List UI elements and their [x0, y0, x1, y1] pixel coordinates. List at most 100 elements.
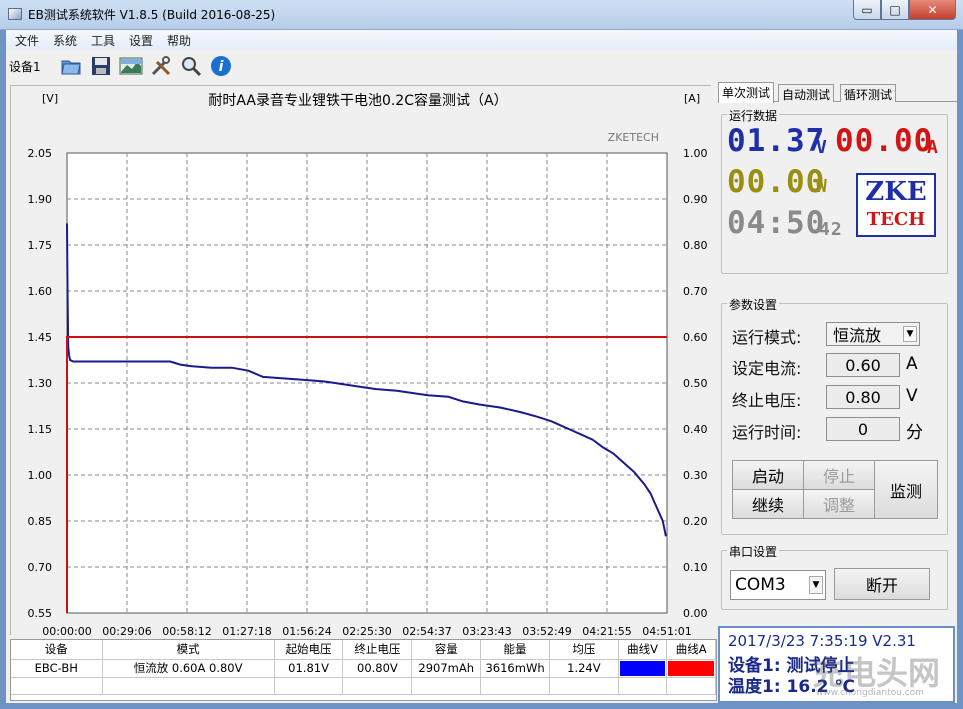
x-tick-label: 03:52:49: [522, 625, 571, 636]
menu-tools[interactable]: 工具: [91, 32, 115, 49]
save-icon[interactable]: [88, 53, 114, 79]
com-port-select[interactable]: COM3 ▼: [730, 570, 826, 600]
y-left-tick-label: 0.70: [28, 561, 53, 574]
continue-button[interactable]: 继续: [732, 489, 804, 519]
adjust-button[interactable]: 调整: [803, 489, 875, 519]
y-left-tick-label: 1.90: [28, 193, 53, 206]
y-left-tick-label: 0.85: [28, 515, 53, 528]
table-header-row: 设备 模式 起始电压 终止电压 容量 能量 均压 曲线V 曲线A: [11, 640, 716, 660]
col-header: 终止电压: [342, 640, 413, 660]
mode-select[interactable]: 恒流放 ▼: [826, 322, 920, 346]
elapsed-time-readout: 04:50: [727, 205, 826, 241]
chart-title: 耐时AA录音专业锂铁干电池0.2C容量测试（A）: [208, 92, 507, 109]
run-time-input[interactable]: 0: [826, 417, 900, 441]
tools-icon[interactable]: [148, 53, 174, 79]
menu-system[interactable]: 系统: [53, 32, 77, 49]
col-header: 曲线A: [666, 640, 716, 660]
params-label: 参数设置: [727, 296, 780, 313]
y-right-tick-label: 0.00: [683, 607, 708, 620]
y-right-tick-label: 0.70: [683, 285, 708, 298]
cell-start-voltage: 01.81V: [274, 659, 344, 678]
minimize-button[interactable]: ▭: [853, 0, 881, 20]
chart-watermark: ZKETECH: [608, 131, 659, 144]
current-setting-label: 设定电流:: [732, 359, 802, 378]
col-header: 模式: [102, 640, 275, 660]
chevron-down-icon: ▼: [903, 326, 917, 342]
status-panel: 2017/3/23 7:35:19 V2.31 设备1: 测试停止 温度1: 1…: [718, 626, 955, 703]
cutoff-voltage-unit: V: [906, 386, 918, 406]
x-tick-label: 02:25:30: [342, 625, 391, 636]
col-header: 能量: [480, 640, 550, 660]
zoom-icon[interactable]: [178, 53, 204, 79]
power-unit: W: [816, 176, 828, 197]
serial-group: 串口设置 COM3 ▼ 断开: [721, 543, 948, 610]
cell-end-voltage: 00.80V: [342, 659, 413, 678]
device-selector[interactable]: 设备1: [9, 58, 41, 75]
y-left-tick-label: 1.30: [28, 377, 53, 390]
cell-device: EBC-BH: [11, 659, 103, 678]
svg-text:i: i: [219, 59, 224, 75]
cutoff-voltage-label: 终止电压:: [732, 391, 802, 410]
current-setting-input[interactable]: 0.60: [826, 353, 900, 377]
y-right-tick-label: 0.40: [683, 423, 708, 436]
stop-button[interactable]: 停止: [803, 460, 875, 490]
run-time-label: 运行时间:: [732, 423, 802, 442]
menu-bar: 文件 系统 工具 设置 帮助: [6, 30, 957, 50]
curve-a-swatch[interactable]: [666, 659, 716, 678]
cell-mode: 恒流放 0.60A 0.80V: [102, 659, 275, 678]
tab-cycle-test[interactable]: 循环测试: [840, 84, 897, 102]
info-icon[interactable]: i: [208, 53, 234, 79]
menu-file[interactable]: 文件: [15, 32, 39, 49]
toolbar: 设备1 i: [6, 50, 957, 80]
x-tick-label: 00:00:00: [42, 625, 91, 636]
tab-auto-test[interactable]: 自动测试: [778, 84, 835, 102]
app-icon: [8, 8, 22, 20]
y-right-tick-label: 0.20: [683, 515, 708, 528]
y-right-tick-label: 0.80: [683, 239, 708, 252]
cell-avg-voltage: 1.24V: [549, 659, 619, 678]
chart-image-icon[interactable]: [118, 53, 144, 79]
elapsed-seconds-readout: 42: [819, 219, 843, 240]
params-group: 参数设置 运行模式: 恒流放 ▼ 设定电流: 0.60 A 终止电压: 0.80…: [721, 296, 948, 535]
left-axis-unit: [V]: [42, 92, 58, 105]
discharge-chart: 0.55 0.70 0.85 1.00 1.15 1.30 1.45 1.60 1.75 1.90…: [11, 86, 712, 638]
x-tick-label: 01:27:18: [222, 625, 271, 636]
results-table: 设备 模式 起始电压 终止电压 容量 能量 均压 曲线V 曲线A EBC-BH …: [10, 639, 717, 701]
voltage-unit: V: [816, 137, 828, 158]
x-tick-label: 02:54:37: [402, 625, 451, 636]
y-left-tick-label: 1.00: [28, 469, 53, 482]
current-unit: A: [927, 137, 939, 158]
control-panel: 单次测试 自动测试 循环测试 运行数据 01.37 V 00.00 A 00.0…: [718, 82, 957, 703]
col-header: 均压: [549, 640, 619, 660]
run-data-label: 运行数据: [727, 107, 780, 124]
current-setting-unit: A: [906, 354, 918, 374]
power-readout: 00.00: [727, 164, 826, 200]
table-row[interactable]: EBC-BH 恒流放 0.60A 0.80V 01.81V 00.80V 290…: [11, 659, 716, 678]
menu-settings[interactable]: 设置: [129, 32, 153, 49]
menu-help[interactable]: 帮助: [167, 32, 191, 49]
curve-v-swatch[interactable]: [618, 659, 668, 678]
x-tick-label: 04:21:55: [582, 625, 631, 636]
maximize-button[interactable]: □: [881, 0, 909, 20]
col-header: 容量: [411, 640, 482, 660]
monitor-button[interactable]: 监测: [874, 460, 938, 519]
start-button[interactable]: 启动: [732, 460, 804, 490]
cutoff-voltage-input[interactable]: 0.80: [826, 385, 900, 409]
tab-single-test[interactable]: 单次测试: [718, 82, 775, 103]
y-left-tick-label: 1.45: [28, 331, 53, 344]
plot-area: [66, 152, 668, 614]
disconnect-button[interactable]: 断开: [834, 568, 930, 600]
run-data-group: 运行数据 01.37 V 00.00 A 00.00 W 04:50 42 ZK…: [721, 107, 948, 274]
y-right-tick-label: 1.00: [683, 147, 708, 160]
close-button[interactable]: ✕: [909, 0, 956, 20]
mode-label: 运行模式:: [732, 328, 802, 347]
serial-label: 串口设置: [727, 543, 780, 560]
open-folder-icon[interactable]: [58, 53, 84, 79]
window-title: EB测试系统软件 V1.8.5 (Build 2016-08-25): [28, 8, 276, 22]
y-left-tick-label: 1.15: [28, 423, 53, 436]
chart-panel: 0.55 0.70 0.85 1.00 1.15 1.30 1.45 1.60 1.75 1.90…: [10, 85, 712, 638]
test-tabs: 单次测试 自动测试 循环测试: [718, 82, 957, 103]
x-tick-label: 00:29:06: [102, 625, 151, 636]
client-area: 文件 系统 工具 设置 帮助 设备1 i 0.55 0.70 0.85 1.00…: [6, 30, 957, 703]
y-left-tick-label: 2.05: [28, 147, 53, 160]
